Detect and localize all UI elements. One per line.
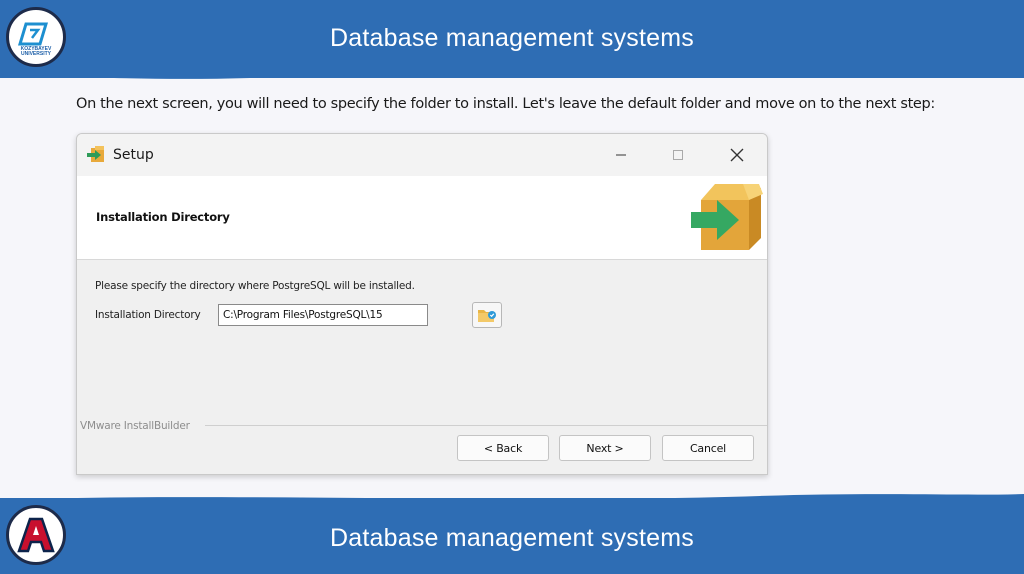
close-button[interactable] <box>711 134 763 176</box>
installbuilder-brand: VMware InstallBuilder <box>80 420 190 432</box>
browse-button[interactable] <box>472 302 502 328</box>
arizona-a-logo-icon <box>17 517 55 553</box>
university-logo: KOZYBAYEV UNIVERSITY <box>6 7 66 67</box>
installation-directory-label: Installation Directory <box>95 309 201 321</box>
setup-app-icon <box>87 146 104 162</box>
installation-directory-value: C:\Program Files\PostgreSQL\15 <box>223 309 383 321</box>
close-icon <box>730 148 744 162</box>
installation-directory-input[interactable]: C:\Program Files\PostgreSQL\15 <box>218 304 428 326</box>
minimize-button[interactable] <box>595 134 647 176</box>
next-button[interactable]: Next > <box>559 435 651 461</box>
footer-divider <box>205 425 767 426</box>
logo-caption: KOZYBAYEV UNIVERSITY <box>20 46 52 57</box>
directory-description: Please specify the directory where Postg… <box>95 280 415 292</box>
slide-footer-title: Database management systems <box>330 524 694 552</box>
top-banner-wave <box>0 66 1024 79</box>
step-title: Installation Directory <box>96 210 230 224</box>
back-button[interactable]: < Back <box>457 435 549 461</box>
folder-browse-icon <box>478 310 496 322</box>
maximize-button[interactable] <box>652 134 704 176</box>
installer-box-icon <box>691 184 763 250</box>
maximize-icon <box>673 150 683 160</box>
dialog-title: Setup <box>113 147 154 163</box>
slide-title: Database management systems <box>330 24 694 52</box>
bottom-banner: Database management systems <box>0 498 1024 574</box>
university-of-arizona-logo <box>6 505 66 565</box>
setup-dialog: Setup Installation Directory Please spec… <box>76 133 768 475</box>
instruction-text: On the next screen, you will need to spe… <box>76 96 935 112</box>
dialog-header-panel: Installation Directory <box>77 176 767 260</box>
cancel-button[interactable]: Cancel <box>662 435 754 461</box>
minimize-icon <box>616 154 626 156</box>
dialog-titlebar[interactable]: Setup <box>77 134 767 176</box>
